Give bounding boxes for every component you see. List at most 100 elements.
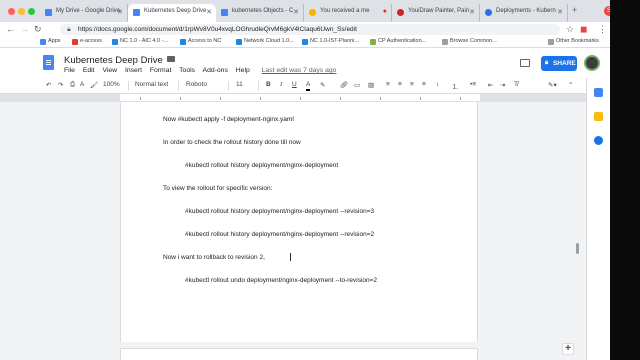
bookmark-icon	[302, 39, 308, 45]
menu-tools[interactable]: Tools	[179, 67, 195, 74]
bulleted-list-icon[interactable]: •≡	[470, 81, 476, 88]
decrease-indent-icon[interactable]: ⇤	[488, 81, 493, 89]
bookmark-nc-aic[interactable]: NC 1.0 - AIC 4.0 -...	[112, 38, 168, 45]
menu-view[interactable]: View	[102, 67, 117, 74]
insert-comment-icon[interactable]: ▭	[354, 81, 360, 89]
bookmark-label: NC 1.0-IST-Planni...	[310, 38, 359, 44]
font-size-select[interactable]: 11	[236, 81, 243, 88]
numbered-list-icon[interactable]: ⒈	[452, 81, 459, 91]
doc-line[interactable]: Now #kubectl apply -f deployment-nginx.y…	[163, 116, 294, 123]
maximize-window-button[interactable]	[28, 8, 35, 15]
menu-format[interactable]: Format	[150, 67, 172, 74]
menu-edit[interactable]: Edit	[83, 67, 95, 74]
underline-icon[interactable]: U	[292, 81, 297, 88]
extension-icon[interactable]: ◼	[580, 24, 587, 35]
tab-label: Deployments - Kubern	[496, 8, 556, 14]
ruler-tick	[420, 97, 421, 100]
spellcheck-icon[interactable]: A	[80, 81, 84, 88]
ruler-tick	[340, 97, 341, 100]
explore-button[interactable]: ✚	[562, 343, 574, 355]
link-icon[interactable]: 🔗︎	[340, 81, 348, 89]
menu-file[interactable]: File	[64, 67, 75, 74]
close-icon[interactable]: ●	[383, 8, 387, 15]
back-icon[interactable]: ←	[6, 24, 15, 34]
docs-logo-icon[interactable]	[43, 55, 54, 70]
print-icon[interactable]: ⎙	[70, 81, 75, 89]
move-to-folder-icon[interactable]	[167, 56, 175, 62]
increase-indent-icon[interactable]: ⇥	[500, 81, 505, 89]
document-canvas[interactable]: Now #kubectl apply -f deployment-nginx.y…	[0, 102, 610, 360]
tasks-icon[interactable]	[594, 136, 603, 145]
menu-addons[interactable]: Add-ons	[203, 67, 228, 74]
bookmark-network-cloud[interactable]: Network Cloud 1.0...	[236, 38, 294, 45]
undo-icon[interactable]: ↶	[46, 81, 51, 89]
ruler[interactable]	[120, 94, 480, 102]
last-edit-link[interactable]: Last edit was 7 days ago	[262, 67, 337, 74]
close-icon[interactable]: ✕	[469, 8, 475, 16]
bookmark-apps[interactable]: Apps	[40, 38, 61, 45]
highlight-icon[interactable]: ✎	[320, 81, 325, 89]
bookmark-nc-ist[interactable]: NC 1.0-IST-Planni...	[302, 38, 359, 45]
new-tab-button[interactable]: +	[572, 5, 577, 15]
close-icon[interactable]: ✕	[293, 8, 299, 16]
paint-format-icon[interactable]: 🖌︎	[90, 81, 98, 89]
bookmark-access-nc[interactable]: Access to NC	[180, 38, 221, 45]
tab-youidraw[interactable]: YouiDraw Painter, Pain ✕	[392, 4, 480, 22]
line-spacing-icon[interactable]: ↕	[436, 81, 439, 88]
text-color-icon[interactable]: A	[306, 81, 311, 91]
document-page[interactable]: Now #kubectl apply -f deployment-nginx.y…	[120, 102, 478, 342]
close-window-button[interactable]	[8, 8, 15, 15]
style-select[interactable]: Normal text	[135, 81, 168, 88]
browser-menu-icon[interactable]: ⋮	[598, 24, 607, 35]
url-input[interactable]: 🔒︎ https://docs.google.com/document/d/1r…	[60, 24, 560, 35]
bookmark-cp-auth[interactable]: CP Authentication...	[370, 38, 426, 45]
comments-icon[interactable]	[520, 59, 530, 67]
align-center-icon[interactable]: ≡	[398, 81, 402, 88]
close-icon[interactable]: ✕	[206, 8, 212, 16]
calendar-icon[interactable]	[594, 88, 603, 97]
tab-deployments[interactable]: Deployments - Kubern ✕	[480, 4, 568, 22]
next-page[interactable]	[120, 348, 478, 360]
italic-icon[interactable]: I	[280, 81, 282, 88]
doc-line[interactable]: #kubectl rollout history deployment/ngin…	[185, 231, 374, 238]
doc-line[interactable]: #kubectl rollout undo deployment/nginx-d…	[185, 277, 377, 284]
tab-kubernetes-objects[interactable]: kubernetes Objects - C ✕	[216, 4, 304, 22]
share-button[interactable]: 🔒︎ SHARE	[541, 56, 577, 71]
bold-icon[interactable]: B	[266, 81, 271, 88]
collapse-icon[interactable]: ⌃	[568, 81, 573, 89]
youidraw-icon	[397, 9, 404, 16]
doc-line[interactable]: #kubectl rollout history deployment/ngin…	[185, 208, 374, 215]
keep-icon[interactable]	[594, 112, 603, 121]
tab-my-drive[interactable]: My Drive - Google Drive ✕	[40, 4, 128, 22]
zoom-select[interactable]: 100%	[103, 81, 120, 88]
reload-icon[interactable]: ↻	[34, 24, 42, 35]
clear-formatting-icon[interactable]: T̸	[514, 81, 518, 88]
doc-line[interactable]: #kubectl rollout history deployment/ngin…	[185, 162, 338, 169]
menu-insert[interactable]: Insert	[125, 67, 142, 74]
bookmark-browse-common[interactable]: Browse Common...	[442, 38, 497, 45]
redo-icon[interactable]: ↷	[58, 81, 63, 89]
close-icon[interactable]: ✕	[557, 8, 563, 16]
tab-mail[interactable]: You received a me ●	[304, 4, 392, 22]
menu-help[interactable]: Help	[236, 67, 250, 74]
doc-line[interactable]: In order to check the rollout history do…	[163, 139, 301, 146]
insert-image-icon[interactable]: ▨	[368, 81, 374, 89]
minimize-window-button[interactable]	[18, 8, 25, 15]
doc-line[interactable]: To view the rollout for specific version…	[163, 185, 272, 192]
doc-line[interactable]: Now i want to rollback to revision 2,	[163, 254, 265, 261]
editing-mode-icon[interactable]: ✎▾	[548, 81, 557, 89]
vertical-scrollbar[interactable]	[576, 243, 579, 254]
tab-kubernetes-deep-drive[interactable]: Kubernetes Deep Drive ✕	[128, 4, 216, 22]
close-icon[interactable]: ✕	[117, 8, 123, 16]
bookmark-e-access[interactable]: e-access	[72, 38, 102, 45]
align-left-icon[interactable]: ≡	[386, 81, 390, 88]
bookmark-other[interactable]: Other Bookmarks	[548, 38, 599, 45]
document-title[interactable]: Kubernetes Deep Drive	[64, 55, 163, 66]
account-avatar[interactable]	[584, 55, 600, 71]
star-icon[interactable]: ☆	[566, 24, 574, 35]
align-right-icon[interactable]: ≡	[410, 81, 414, 88]
justify-icon[interactable]: ≡	[422, 81, 426, 88]
forward-icon[interactable]: →	[20, 24, 29, 34]
font-select[interactable]: Roboto	[186, 81, 207, 88]
mail-icon	[309, 9, 316, 16]
